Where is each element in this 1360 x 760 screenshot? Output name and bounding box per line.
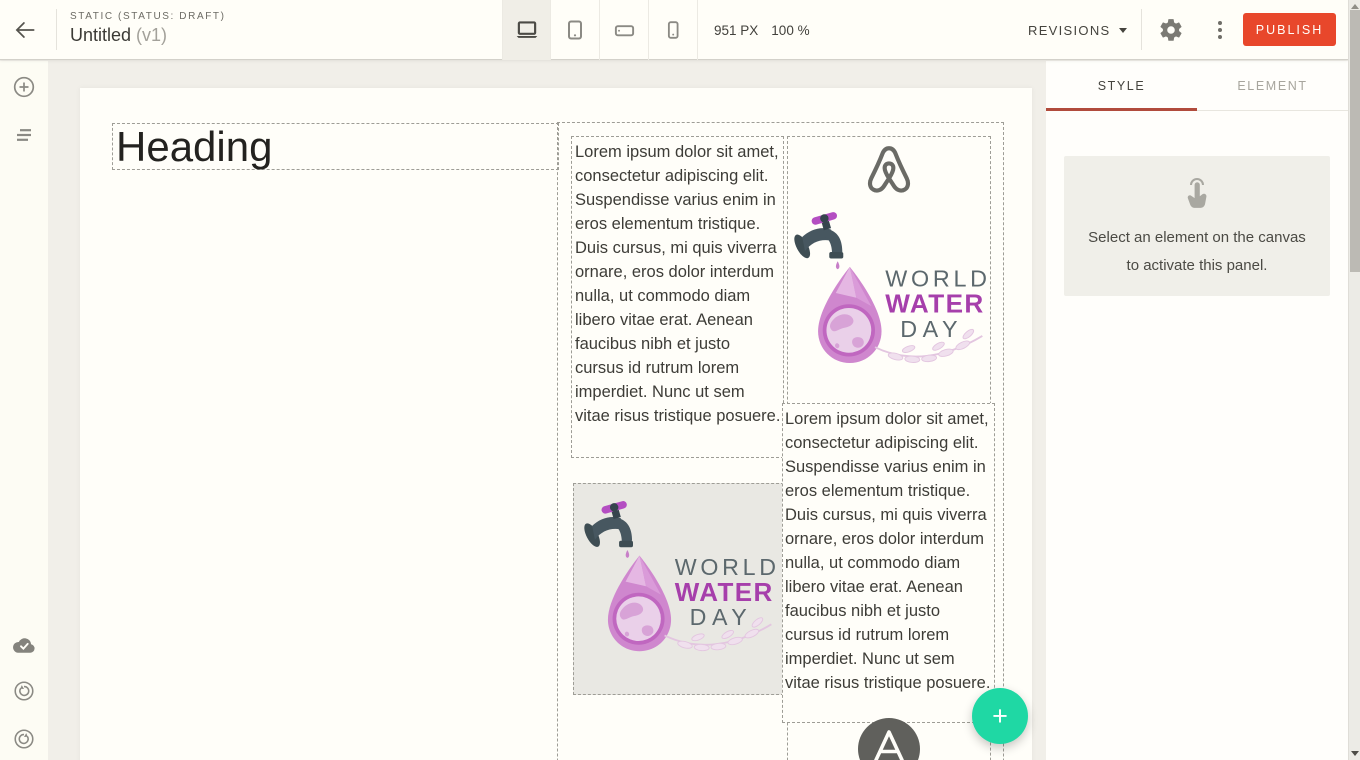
tablet-icon bbox=[563, 18, 587, 42]
layers-button[interactable] bbox=[12, 123, 36, 147]
cloud-check-icon bbox=[12, 636, 36, 654]
document-title: Untitled (v1) bbox=[70, 25, 226, 46]
document-title-text: Untitled bbox=[70, 25, 131, 45]
inspector-panel: STYLE ELEMENT Select an element on the c… bbox=[1046, 61, 1348, 760]
document-title-block: STATIC (STATUS: DRAFT) Untitled (v1) bbox=[70, 11, 226, 46]
text-element-right[interactable]: Lorem ipsum dolor sit amet, consectetur … bbox=[782, 403, 995, 723]
column-element-right[interactable]: Lorem ipsum dolor sit amet, consectetur … bbox=[787, 136, 991, 760]
canvas-workspace: Heading Lorem ipsum dolor sit amet, cons… bbox=[48, 61, 1046, 760]
chevron-down-icon bbox=[1119, 28, 1127, 33]
back-button[interactable] bbox=[12, 17, 38, 43]
left-sidebar bbox=[0, 61, 48, 760]
desktop-icon bbox=[514, 17, 540, 43]
text-element-left[interactable]: Lorem ipsum dolor sit amet, consectetur … bbox=[571, 136, 784, 458]
belo-logo[interactable] bbox=[860, 142, 918, 204]
image-element-water-day-2[interactable] bbox=[791, 207, 987, 394]
page-canvas[interactable]: Heading Lorem ipsum dolor sit amet, cons… bbox=[80, 88, 1032, 760]
heading-text: Heading bbox=[113, 124, 558, 169]
device-mobile-portrait-button[interactable] bbox=[649, 0, 698, 60]
document-status: STATIC (STATUS: DRAFT) bbox=[70, 11, 226, 22]
panel-empty-message: Select an element on the canvas to activ… bbox=[1088, 224, 1306, 280]
redo-button[interactable] bbox=[12, 727, 36, 751]
scroll-down-arrow-icon[interactable] bbox=[1351, 751, 1359, 756]
tab-style[interactable]: STYLE bbox=[1046, 61, 1197, 110]
belo-logo-icon bbox=[860, 142, 918, 198]
window-scrollbar[interactable] bbox=[1348, 0, 1360, 760]
top-toolbar: STATIC (STATUS: DRAFT) Untitled (v1) bbox=[0, 0, 1348, 60]
paragraph-text: Lorem ipsum dolor sit amet, consectetur … bbox=[785, 407, 993, 695]
device-mobile-landscape-button[interactable] bbox=[600, 0, 649, 60]
revisions-dropdown[interactable]: REVISIONS bbox=[1028, 0, 1127, 60]
device-tablet-button[interactable] bbox=[551, 0, 600, 60]
avatar-logo[interactable] bbox=[858, 718, 920, 760]
device-preview-switcher bbox=[502, 0, 698, 60]
paragraph-text: Lorem ipsum dolor sit amet, consectetur … bbox=[575, 140, 782, 428]
tap-hand-icon bbox=[1179, 175, 1215, 211]
add-element-button[interactable] bbox=[12, 75, 36, 99]
add-block-fab[interactable]: + bbox=[972, 688, 1028, 744]
viewport-info: 951 PX 100 % bbox=[714, 0, 810, 60]
add-circle-icon bbox=[12, 75, 36, 99]
toolbar-divider bbox=[1141, 9, 1142, 50]
settings-button[interactable] bbox=[1158, 16, 1186, 44]
inspector-tabs: STYLE ELEMENT bbox=[1046, 61, 1348, 111]
active-tab-indicator bbox=[1046, 108, 1197, 111]
tab-element[interactable]: ELEMENT bbox=[1197, 61, 1348, 110]
image-element-water-day[interactable] bbox=[573, 483, 784, 695]
row-container-element[interactable]: Lorem ipsum dolor sit amet, consectetur … bbox=[557, 122, 1004, 760]
list-icon bbox=[12, 123, 36, 147]
more-options-button[interactable] bbox=[1210, 16, 1230, 44]
publish-button[interactable]: PUBLISH bbox=[1243, 13, 1336, 46]
redo-icon bbox=[12, 727, 36, 751]
zoom-level-label: 100 % bbox=[771, 23, 809, 38]
device-desktop-button[interactable] bbox=[502, 0, 551, 60]
scroll-up-arrow-icon[interactable] bbox=[1351, 4, 1359, 9]
mobile-portrait-icon bbox=[662, 19, 684, 41]
undo-button[interactable] bbox=[12, 679, 36, 703]
document-version: (v1) bbox=[136, 25, 167, 45]
world-water-day-image bbox=[581, 496, 776, 682]
mobile-landscape-icon bbox=[613, 19, 636, 42]
gear-icon bbox=[1158, 17, 1184, 43]
letter-a-logo-icon bbox=[858, 718, 920, 760]
panel-empty-state: Select an element on the canvas to activ… bbox=[1064, 156, 1330, 296]
heading-element[interactable]: Heading bbox=[112, 123, 559, 170]
undo-icon bbox=[12, 679, 36, 703]
toolbar-divider bbox=[56, 9, 57, 50]
scrollbar-thumb[interactable] bbox=[1350, 10, 1360, 272]
viewport-width-label: 951 PX bbox=[714, 23, 758, 38]
revisions-label: REVISIONS bbox=[1028, 23, 1111, 38]
save-status-button[interactable] bbox=[12, 631, 36, 655]
world-water-day-image bbox=[791, 207, 987, 394]
kebab-icon bbox=[1218, 21, 1222, 25]
